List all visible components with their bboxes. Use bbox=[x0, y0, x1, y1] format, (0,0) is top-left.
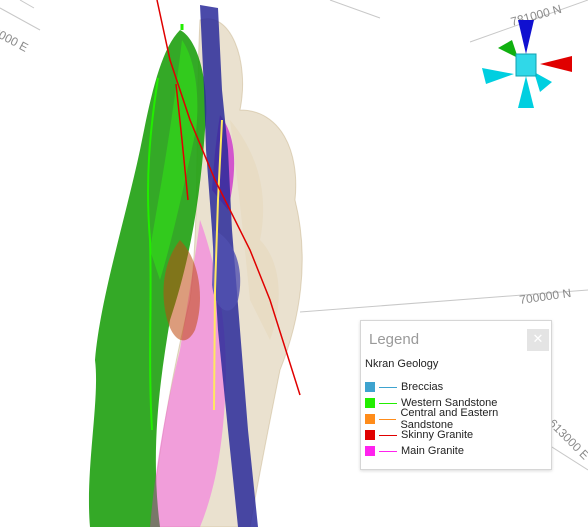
legend-item-label: Breccias bbox=[401, 381, 444, 393]
gizmo-axis-up bbox=[518, 20, 534, 54]
gizmo-axis-back bbox=[498, 40, 518, 58]
legend-swatch bbox=[365, 430, 375, 440]
gizmo-cube bbox=[515, 53, 537, 77]
legend-line-sample bbox=[379, 386, 397, 388]
legend-title: Legend bbox=[369, 331, 420, 348]
legend-item: Central and Eastern Sandstone bbox=[365, 407, 551, 431]
legend-swatch bbox=[365, 446, 375, 456]
legend-item-label: Skinny Granite bbox=[401, 429, 474, 441]
legend-item: Breccias bbox=[365, 379, 551, 395]
grid-label-north-mid: 700000 N bbox=[518, 286, 571, 307]
3d-viewport[interactable]: 781000 N 612000 E 700000 N 613000 E Lege… bbox=[0, 0, 588, 528]
legend-line-sample bbox=[379, 434, 397, 436]
grid-label-north-top: 781000 N bbox=[509, 2, 563, 29]
legend-swatch bbox=[365, 398, 375, 408]
gizmo-axis-down bbox=[518, 76, 534, 108]
gizmo-axis-front bbox=[534, 72, 552, 92]
legend-items: Breccias Western Sandstone Central and Eas… bbox=[365, 379, 551, 459]
legend-item-label: Main Granite bbox=[401, 445, 464, 457]
legend-item: Main Granite bbox=[365, 443, 551, 459]
grid-label-east-top: 612000 E bbox=[0, 18, 31, 54]
legend-swatch bbox=[365, 414, 375, 424]
legend-group-title: Nkran Geology bbox=[365, 358, 439, 370]
close-icon[interactable]: ✕ bbox=[527, 329, 549, 351]
legend-swatch bbox=[365, 382, 375, 392]
legend-line-sample bbox=[378, 418, 397, 420]
gizmo-axis-left bbox=[482, 68, 514, 84]
grid-label-east-right: 613000 E bbox=[546, 416, 588, 462]
legend-panel: Legend ✕ Nkran Geology Breccias Western S… bbox=[360, 320, 552, 470]
legend-line-sample bbox=[379, 402, 397, 404]
legend-item-label: Central and Eastern Sandstone bbox=[400, 407, 499, 431]
legend-line-sample bbox=[379, 450, 397, 452]
gizmo-axis-right bbox=[540, 56, 572, 72]
